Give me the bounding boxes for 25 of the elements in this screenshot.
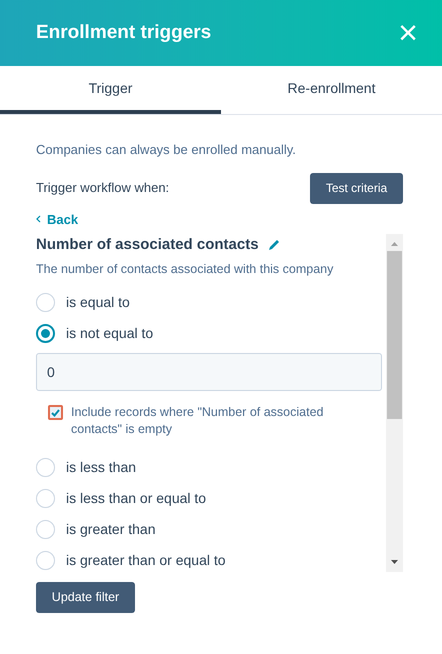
- checkbox[interactable]: [48, 405, 63, 420]
- test-criteria-button[interactable]: Test criteria: [310, 172, 403, 204]
- update-filter-button[interactable]: Update filter: [36, 582, 135, 613]
- tab[interactable]: Re-enrollment: [221, 66, 442, 114]
- chevron-left-icon: [36, 215, 41, 224]
- value-field[interactable]: 0: [36, 353, 382, 392]
- tab[interactable]: Trigger: [0, 66, 221, 114]
- radio-option[interactable]: is greater than or equal to: [36, 545, 226, 572]
- check-icon: [51, 408, 60, 417]
- filter-description: The number of contacts associated with this company: [36, 260, 334, 278]
- back-link[interactable]: Back: [36, 210, 78, 229]
- panel-title: Enrollment triggers: [36, 20, 212, 45]
- filter-title: Number of associated contacts: [36, 235, 259, 255]
- scroll-down-icon[interactable]: [391, 560, 398, 564]
- radio-option[interactable]: is equal to: [36, 287, 130, 318]
- scroll-up-icon[interactable]: [391, 242, 398, 246]
- include-empty-checkbox-row[interactable]: Include records where "Number of associated contacts" is empty: [48, 404, 382, 438]
- trigger-label: Trigger workflow when:: [36, 179, 170, 198]
- info-text: Companies can always be enrolled manually.: [36, 141, 297, 159]
- pencil-icon[interactable]: [266, 238, 281, 252]
- radio-option[interactable]: is less than or equal to: [36, 483, 206, 514]
- radio-option[interactable]: is less than: [36, 452, 136, 484]
- radio-option[interactable]: is not equal to: [36, 318, 154, 350]
- scrollbar[interactable]: [386, 234, 403, 572]
- radio-option[interactable]: is greater than: [36, 514, 156, 546]
